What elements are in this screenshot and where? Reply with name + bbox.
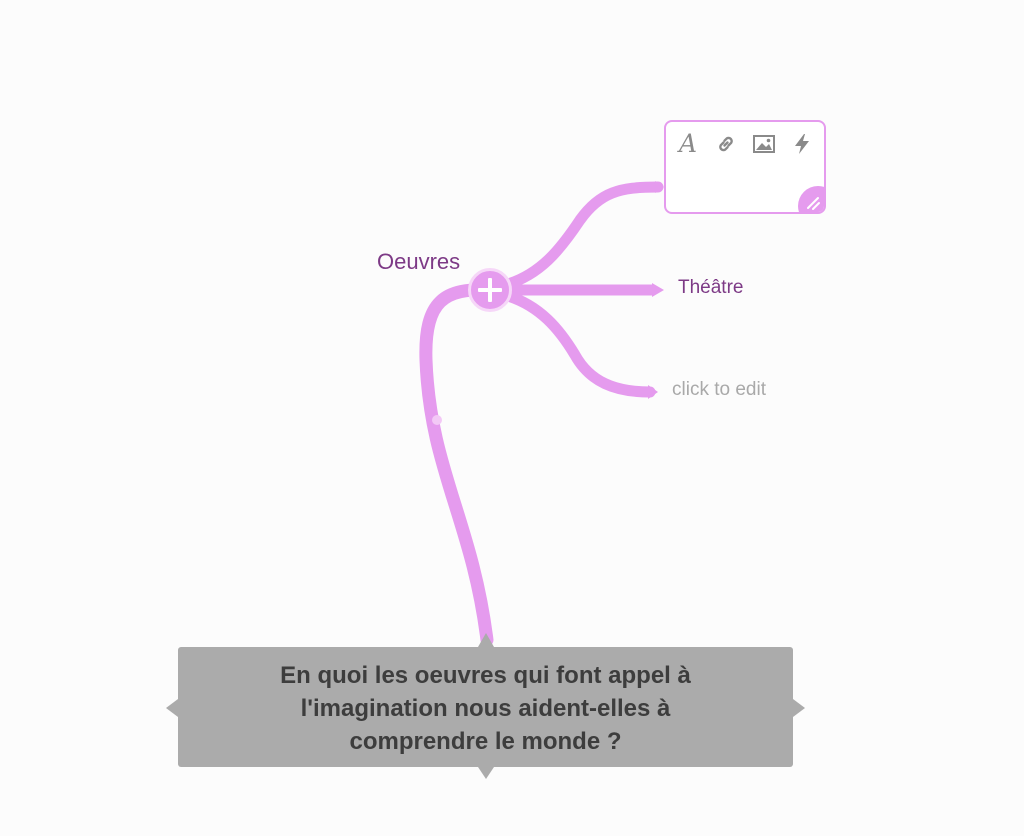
topic-oeuvres[interactable]: Oeuvres (377, 249, 460, 275)
central-topic-arrow-up (478, 633, 494, 647)
branch-tip-theatre (652, 283, 664, 297)
resize-icon (807, 197, 820, 210)
central-topic-arrow-down (478, 767, 494, 779)
branch-line-editing (499, 181, 664, 291)
link-icon[interactable] (714, 132, 738, 156)
topic-theatre[interactable]: Théâtre (678, 277, 743, 299)
central-topic[interactable]: En quoi les oeuvres qui font appel à l'i… (178, 647, 793, 767)
topic-placeholder[interactable]: click to edit (672, 379, 766, 401)
resize-handle[interactable] (798, 186, 824, 212)
topic-toolbar: A (676, 131, 814, 156)
branch-tip-placeholder (648, 385, 658, 399)
image-icon[interactable] (752, 132, 776, 156)
mindmap-canvas[interactable]: Oeuvres A Théâtre click to edit En quoi … (0, 0, 1024, 836)
branch-line-placeholder (499, 289, 656, 398)
branch-midpoint-dot (432, 415, 442, 425)
lightning-icon[interactable] (790, 132, 814, 156)
plus-icon (478, 278, 502, 302)
expand-button[interactable] (468, 268, 512, 312)
central-topic-arrow-right (793, 699, 805, 717)
central-topic-text: En quoi les oeuvres qui font appel à l'i… (280, 662, 691, 755)
branch-line-oeuvres (419, 283, 497, 647)
new-topic-editor[interactable]: A (664, 120, 826, 214)
text-style-icon[interactable]: A (676, 131, 700, 156)
central-topic-arrow-left (166, 699, 178, 717)
